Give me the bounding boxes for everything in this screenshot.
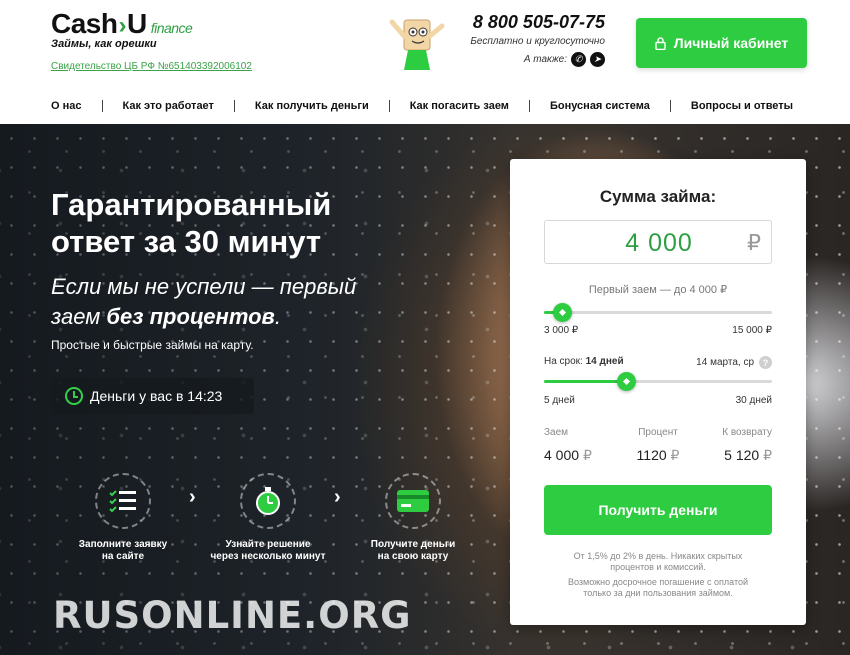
logo-wordmark: Cash › U finance xyxy=(51,8,193,40)
early-repayment-line1: Возможно досрочное погашение с оплатой xyxy=(567,577,749,587)
delivery-time-text: Деньги у вас в 14:23 xyxy=(90,388,223,404)
logo-finance: finance xyxy=(150,20,193,36)
fees-note: От 1,5% до 2% в день. Никаких скрытых пр… xyxy=(550,551,766,573)
step-1-line1: Заполните заявку xyxy=(78,539,168,550)
bank-card-icon xyxy=(385,473,441,529)
nav-divider xyxy=(669,100,671,112)
clock-icon xyxy=(65,387,83,405)
nav-item-how-it-works[interactable]: Как это работает xyxy=(123,100,214,112)
nav-divider xyxy=(101,100,103,112)
chevron-right-icon: › xyxy=(189,486,196,508)
hero-subtitle-pre: заем xyxy=(51,304,107,329)
loan-calculator: Сумма займа: 4 000 ₽ Первый заем — до 4 … xyxy=(510,159,806,625)
personal-cabinet-label: Личный кабинет xyxy=(673,35,789,51)
summary-percent-number: 1120 xyxy=(636,447,667,463)
nav-divider xyxy=(388,100,390,112)
step-1-label: Заполните заявку на сайте xyxy=(63,539,183,563)
brand-logo[interactable]: Cash › U finance Займы, как орешки xyxy=(51,8,193,50)
phone-number[interactable]: 8 800 505-07-75 xyxy=(464,12,605,33)
step-3-label: Получите деньги на свою карту xyxy=(353,539,473,563)
step-1-line2: на сайте xyxy=(101,551,145,562)
logo-tagline: Займы, как орешки xyxy=(51,38,157,50)
application-form-icon xyxy=(95,473,151,529)
summary-return-head: К возврату xyxy=(722,427,772,438)
nav-divider xyxy=(233,100,235,112)
early-repayment-line2: только за дни пользования займом. xyxy=(583,588,733,598)
hero-title-line1: Гарантированный xyxy=(51,187,332,222)
nav-item-bonus[interactable]: Бонусная система xyxy=(550,100,650,112)
phone-note: Бесплатно и круглосуточно xyxy=(470,36,605,47)
personal-cabinet-button[interactable]: Личный кабинет xyxy=(636,18,807,68)
step-2-line1: Узнайте решение xyxy=(225,539,311,550)
step-2-label: Узнайте решение через несколько минут xyxy=(208,539,328,563)
messengers: А также: ✆ ➤ xyxy=(464,52,605,67)
summary-return-number: 5 120 xyxy=(724,447,760,463)
loan-amount-title: Сумма займа: xyxy=(599,187,717,206)
step-3-line1: Получите деньги xyxy=(370,539,456,550)
logo-u: U xyxy=(126,8,147,39)
stopwatch-icon xyxy=(240,473,296,529)
summary-percent-currency: ₽ xyxy=(670,447,680,463)
hero-subtitle-line1: Если мы не успели — первый xyxy=(51,274,357,299)
nav-divider xyxy=(528,100,530,112)
contact-block: 8 800 505-07-75 Бесплатно и круглосуточн… xyxy=(464,12,605,67)
logo-cash: Cash xyxy=(51,8,118,39)
hero-title: Гарантированный ответ за 30 минут xyxy=(51,186,411,260)
license-link[interactable]: Свидетельство ЦБ РФ №651403392006102 xyxy=(51,61,252,72)
first-loan-note: Первый заем — до 4 000 ₽ xyxy=(588,284,728,296)
nav-item-about[interactable]: О нас xyxy=(51,100,82,112)
nav-item-faq[interactable]: Вопросы и ответы xyxy=(691,100,793,112)
term-label: На срок: 14 дней xyxy=(544,356,624,367)
nav-item-get-money[interactable]: Как получить деньги xyxy=(255,100,369,112)
step-2-line2: через несколько минут xyxy=(210,551,326,562)
chevron-right-icon: › xyxy=(334,486,341,508)
get-money-button[interactable]: Получить деньги xyxy=(544,485,772,535)
squirrel-mascot-icon xyxy=(389,19,445,70)
term-label-value: 14 дней xyxy=(585,356,624,367)
nav-item-repay[interactable]: Как погасить заем xyxy=(410,100,509,112)
loan-amount-value: 4 000 xyxy=(625,229,693,257)
main-nav: О нас Как это работает Как получить день… xyxy=(0,88,850,124)
telegram-icon[interactable]: ➤ xyxy=(590,52,605,67)
viber-icon[interactable]: ✆ xyxy=(571,52,586,67)
term-max-label: 30 дней xyxy=(735,395,772,406)
term-slider-fill xyxy=(544,380,626,383)
hero-subtitle-bold: без процентов xyxy=(106,304,275,329)
hero-subtitle-post: . xyxy=(274,304,281,329)
also-label: А также: xyxy=(523,54,567,65)
hero-subtitle: Если мы не успели — первый заем без проц… xyxy=(51,272,421,332)
logo-arrow: › xyxy=(118,12,126,39)
term-label-prefix: На срок: xyxy=(544,356,586,367)
hero-subtitle-line2: заем без процентов. xyxy=(51,302,421,332)
hero-description: Простые и быстрые займы на карту. xyxy=(51,338,254,352)
early-repayment-note: Возможно досрочное погашение с оплатой т… xyxy=(550,577,766,599)
fees-note-line2: процентов и комиссий. xyxy=(610,562,706,572)
term-min-label: 5 дней xyxy=(544,395,575,406)
fees-note-line1: От 1,5% до 2% в день. Никаких скрытых xyxy=(573,551,743,561)
amount-slider[interactable] xyxy=(544,303,772,322)
amount-min-label: 3 000 ₽ xyxy=(544,325,579,336)
summary-return-value: 5 120 ₽ xyxy=(724,447,772,464)
loan-amount-field[interactable]: 4 000 ₽ xyxy=(544,220,772,264)
help-icon[interactable]: ? xyxy=(759,356,772,369)
lock-icon xyxy=(655,36,666,50)
site-header: Cash › U finance Займы, как орешки Свиде… xyxy=(0,0,850,88)
summary-return-currency: ₽ xyxy=(763,447,772,463)
step-3-line2: на свою карту xyxy=(377,551,449,562)
hero-title-line2: ответ за 30 минут xyxy=(51,224,322,259)
watermark: RUSONLINE.ORG xyxy=(53,594,412,637)
loan-amount-currency: ₽ xyxy=(747,230,761,255)
term-slider[interactable] xyxy=(544,372,772,391)
term-slider-handle[interactable] xyxy=(617,372,636,391)
term-date-text: 14 марта, ср xyxy=(696,357,754,368)
amount-slider-handle[interactable] xyxy=(553,303,572,322)
amount-max-label: 15 000 ₽ xyxy=(732,325,772,336)
delivery-time-badge: Деньги у вас в 14:23 xyxy=(51,378,254,414)
term-date: 14 марта, ср ? xyxy=(696,356,772,369)
